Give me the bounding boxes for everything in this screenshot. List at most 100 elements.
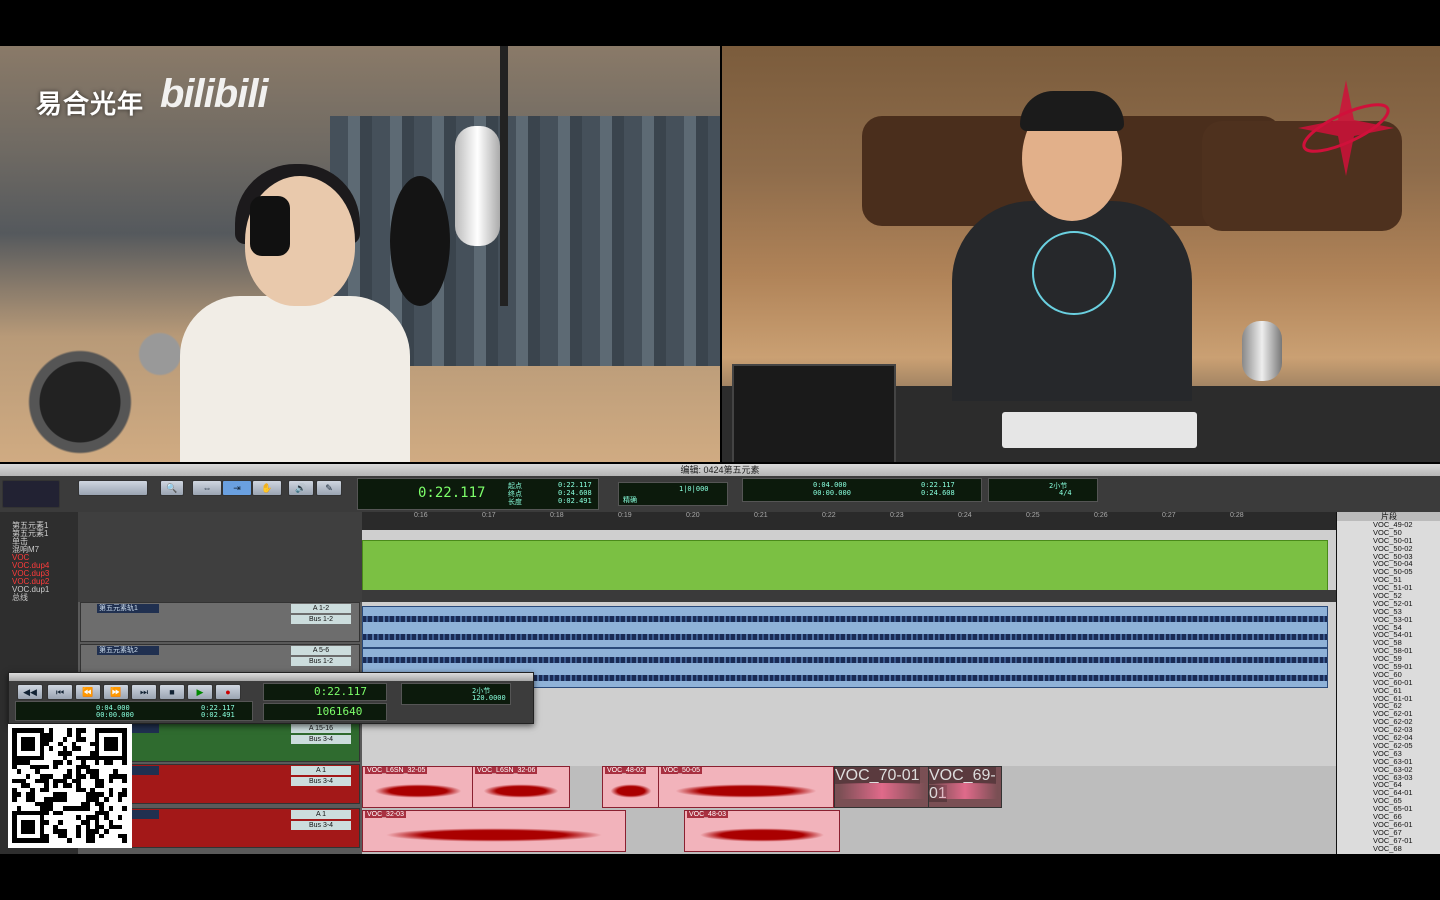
clip-name: VOC_48-02 bbox=[605, 767, 646, 774]
transport-titlebar[interactable] bbox=[9, 673, 533, 681]
track-header[interactable]: 第五元素轨1 A 1-2 Bus 1-2 bbox=[80, 602, 360, 642]
studio-microphone bbox=[455, 126, 500, 246]
track-name[interactable]: 第五元素轨1 bbox=[97, 604, 159, 613]
input-selector[interactable]: A 1 bbox=[291, 766, 351, 775]
audio-clip[interactable]: VOC_L6SN_32-05 bbox=[362, 766, 474, 808]
selection-start: 0:22.117 bbox=[558, 481, 592, 489]
audio-clip[interactable]: VOC_50-05 bbox=[658, 766, 834, 808]
track-name[interactable]: 第五元素轨2 bbox=[97, 646, 159, 655]
ruler-tick: 0:24 bbox=[958, 512, 972, 519]
clip-name: VOC_L6SN_32-06 bbox=[475, 767, 538, 774]
ruler-tick: 0:20 bbox=[686, 512, 700, 519]
timeline-ruler[interactable]: 0:16 0:17 0:18 0:19 0:20 0:21 0:22 0:23 0:24 0:25… bbox=[362, 512, 1336, 531]
ruler-tick: 0:19 bbox=[618, 512, 632, 519]
track-list-item[interactable]: 总线 bbox=[0, 594, 78, 602]
main-counter: 0:22.117 bbox=[418, 485, 486, 501]
channel-watermark: 易合光年 bbox=[36, 89, 145, 119]
input-selector[interactable]: A 1-2 bbox=[291, 604, 351, 613]
output-selector[interactable]: Bus 3-4 bbox=[291, 777, 351, 786]
tempo-ruler-header bbox=[78, 512, 362, 602]
selection-length: 0:02.491 bbox=[558, 497, 592, 505]
grabber-tool-icon[interactable]: ✋ bbox=[252, 480, 282, 496]
mic-stand bbox=[500, 46, 508, 306]
audio-clip[interactable]: VOC_69-01 bbox=[928, 766, 1002, 808]
clip-waveform bbox=[607, 783, 655, 799]
input-selector[interactable]: A 15-16 bbox=[291, 724, 351, 733]
audio-clip[interactable]: VOC_70-01 bbox=[834, 766, 930, 808]
ruler-tick: 0:22 bbox=[822, 512, 836, 519]
output-selector[interactable]: Bus 1-2 bbox=[291, 657, 351, 666]
play-icon[interactable]: ▶ bbox=[187, 684, 213, 700]
clip-name: VOC_48-03 bbox=[687, 811, 728, 818]
ruler-tick: 0:25 bbox=[1026, 512, 1040, 519]
main-counter-display[interactable]: 0:22.117 起点 终点 长度 0:22.117 0:24.608 0:02… bbox=[357, 478, 599, 510]
marker-ruler bbox=[362, 590, 1336, 602]
transport-selection-display: 0:04.000 00:00.000 0:22.117 0:02.491 bbox=[15, 701, 253, 721]
toolbar: 🔍 ⇔ ⇥ ✋ 🔊 ✎ 0:22.117 起点 终点 长度 0:22.117 0… bbox=[0, 476, 1440, 513]
clip-name: VOC_L6SN_32-05 bbox=[365, 767, 428, 774]
return-to-zero-icon[interactable]: ⏮ bbox=[47, 684, 73, 700]
transport-counters[interactable]: 0:04.000 00:00.000 0:22.117 0:24.608 bbox=[742, 478, 982, 502]
zoomer-tool-icon[interactable]: 🔍 bbox=[160, 480, 184, 496]
edit-mode-selector[interactable] bbox=[2, 480, 60, 508]
transport-sub-counter[interactable]: 1061640 bbox=[263, 703, 387, 721]
selector-tool-icon[interactable]: ⇥ bbox=[222, 480, 252, 496]
audio-clip[interactable]: VOC_L6SN_32-06 bbox=[472, 766, 570, 808]
clip-list[interactable]: 片段 VOC_49-02 VOC_50 VOC_50-01 VOC_50-02 VOC_… bbox=[1336, 512, 1440, 854]
record-icon[interactable]: ● bbox=[215, 684, 241, 700]
clip-name: VOC_50-05 bbox=[661, 767, 702, 774]
stop-icon[interactable]: ■ bbox=[159, 684, 185, 700]
ruler-tick: 0:21 bbox=[754, 512, 768, 519]
qr-code bbox=[8, 724, 132, 848]
ruler-tick: 0:18 bbox=[550, 512, 564, 519]
pencil-tool-icon[interactable]: ✎ bbox=[316, 480, 342, 496]
selection-end: 0:24.608 bbox=[558, 489, 592, 497]
tempo-track-lane bbox=[362, 540, 1328, 592]
clip-waveform bbox=[839, 783, 925, 799]
output-selector[interactable]: Bus 1-2 bbox=[291, 615, 351, 624]
transport-window[interactable]: ◀◀ ⏮ ⏪ ⏩ ⏭ ■ ▶ ● 0:22.117 1061640 0:04.0… bbox=[8, 672, 534, 724]
transport-tempo-display[interactable]: 2小节 120.0000 bbox=[401, 683, 511, 705]
clip-name: VOC_70-01 bbox=[835, 767, 920, 784]
output-selector[interactable]: Bus 3-4 bbox=[291, 821, 351, 830]
singer bbox=[170, 156, 420, 462]
daw-window: 编辑: 0424第五元素 🔍 ⇔ ⇥ ✋ 🔊 ✎ 0:22.117 起点 终点 … bbox=[0, 464, 1440, 854]
engineer bbox=[952, 91, 1192, 401]
speaker-icon[interactable]: 🔊 bbox=[288, 480, 314, 496]
clip-waveform bbox=[367, 827, 621, 843]
ruler-tick: 0:23 bbox=[890, 512, 904, 519]
star-logo-icon bbox=[1298, 80, 1394, 176]
input-selector[interactable]: A 1 bbox=[291, 810, 351, 819]
audio-clip[interactable]: VOC_48-03 bbox=[684, 810, 840, 852]
trim-tool-icon[interactable]: ⇔ bbox=[192, 480, 222, 496]
audio-interface bbox=[732, 364, 896, 462]
nudge-display[interactable]: 精确 1|0|000 bbox=[618, 482, 728, 506]
ruler-tick: 0:27 bbox=[1162, 512, 1176, 519]
clip-waveform bbox=[477, 783, 565, 799]
vintage-microphone bbox=[1242, 321, 1282, 381]
go-to-end-icon[interactable]: ⏭ bbox=[131, 684, 157, 700]
input-selector[interactable]: A 5-6 bbox=[291, 646, 351, 655]
clip-waveform bbox=[689, 827, 835, 843]
audio-clip[interactable]: VOC_32-03 bbox=[362, 810, 626, 852]
output-selector[interactable]: Bus 3-4 bbox=[291, 735, 351, 744]
ruler-tick: 0:16 bbox=[414, 512, 428, 519]
clip-name: VOC_32-03 bbox=[365, 811, 406, 818]
rewind-icon[interactable]: ⏪ bbox=[75, 684, 101, 700]
ruler-tick: 0:17 bbox=[482, 512, 496, 519]
window-title: 编辑: 0424第五元素 bbox=[0, 464, 1440, 476]
clip-waveform bbox=[367, 783, 469, 799]
audio-clip[interactable]: VOC_48-02 bbox=[602, 766, 660, 808]
audio-track-1[interactable] bbox=[362, 606, 1328, 648]
tempo-meter-display[interactable]: 2小节 4/4 bbox=[988, 478, 1098, 502]
online-button[interactable]: ◀◀ bbox=[17, 684, 43, 700]
clip-waveform bbox=[933, 783, 997, 799]
clip-waveform bbox=[663, 783, 829, 799]
zoom-buttons[interactable] bbox=[78, 480, 148, 496]
fast-forward-icon[interactable]: ⏩ bbox=[103, 684, 129, 700]
clip-list-item[interactable]: VOC_68 bbox=[1337, 844, 1440, 853]
transport-main-counter[interactable]: 0:22.117 bbox=[263, 683, 387, 701]
ruler-tick: 0:26 bbox=[1094, 512, 1108, 519]
keyboard bbox=[1002, 412, 1197, 448]
ruler-tick: 0:28 bbox=[1230, 512, 1244, 519]
